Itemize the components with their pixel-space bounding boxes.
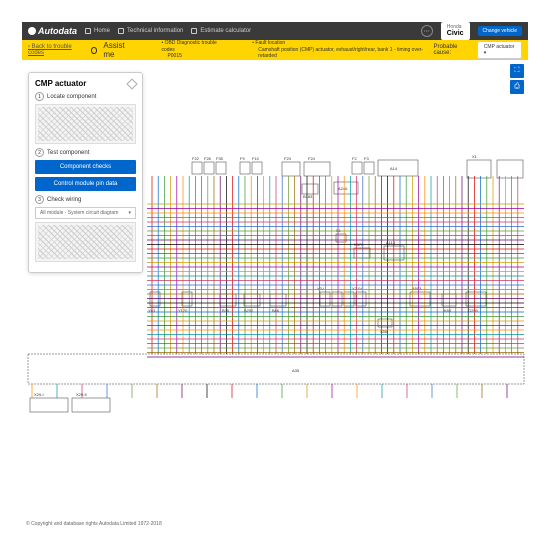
test-label: Test component [47,150,89,156]
book-icon [118,28,124,34]
svg-text:A503: A503 [412,286,422,291]
wiring-label: Check wiring [47,197,81,203]
chevron-down-icon: ▾ [128,210,131,216]
nav-home[interactable]: Home [85,28,110,34]
vehicle-selector[interactable]: Honda Civic [441,22,470,40]
svg-text:F22: F22 [192,156,200,161]
svg-text:X29-I: X29-I [34,392,44,397]
wiring-dropdown[interactable]: All module - System circuit diagram▾ [35,207,136,219]
svg-text:B183: B183 [303,194,313,199]
home-icon [85,28,91,34]
svg-text:F26: F26 [204,156,212,161]
calculator-icon [191,28,197,34]
svg-text:A35: A35 [292,368,300,373]
svg-text:A246: A246 [338,186,348,191]
assist-title: Assist me [103,41,135,59]
svg-text:F10: F10 [252,156,260,161]
back-link[interactable]: ‹ Back to trouble codes [28,44,85,56]
component-panel: CMP actuator 1Locate component 2Test com… [28,72,143,273]
svg-text:X29-II: X29-II [76,392,87,397]
component-checks-button[interactable]: Component checks [35,160,136,174]
dtc-info: • OBD Diagnostic trouble codes P0015 [161,40,226,60]
copyright: © Copyright and database rights Autodata… [22,520,166,528]
more-menu-icon[interactable]: ⋯ [421,25,433,37]
svg-text:Y3-I: Y3-I [317,286,324,291]
svg-text:F24: F24 [308,156,316,161]
print-button[interactable]: ⎙ [510,80,524,94]
probable-cause-label: Probable cause: [433,44,472,56]
bulb-icon [91,47,98,54]
svg-text:A14: A14 [390,166,398,171]
svg-text:S1: S1 [336,228,342,233]
panel-title: CMP actuator [35,79,86,88]
svg-text:F35: F35 [216,156,224,161]
fault-location: • Fault location Camshaft position (CMP)… [252,40,427,60]
probable-cause-chip[interactable]: CMP actuator ▾ [477,41,522,59]
nav-tech[interactable]: Technical information [118,28,183,34]
svg-text:Y3-IV: Y3-IV [352,286,362,291]
svg-text:F9: F9 [240,156,245,161]
svg-text:X1: X1 [472,154,478,159]
locate-label: Locate component [47,94,96,100]
pin-data-button[interactable]: Control module pin data [35,177,136,191]
change-vehicle-button[interactable]: Change vehicle [478,26,522,36]
wiring-thumbnail[interactable] [35,222,136,262]
svg-text:F3: F3 [364,156,369,161]
svg-text:F2: F2 [352,156,357,161]
nav-estimate[interactable]: Estimate calculator [191,28,251,34]
edit-icon[interactable] [126,78,137,89]
svg-text:F23: F23 [284,156,292,161]
brand-logo: Autodata [28,26,77,36]
locate-thumbnail[interactable] [35,104,136,144]
fullscreen-button[interactable]: ⛶ [510,64,524,78]
